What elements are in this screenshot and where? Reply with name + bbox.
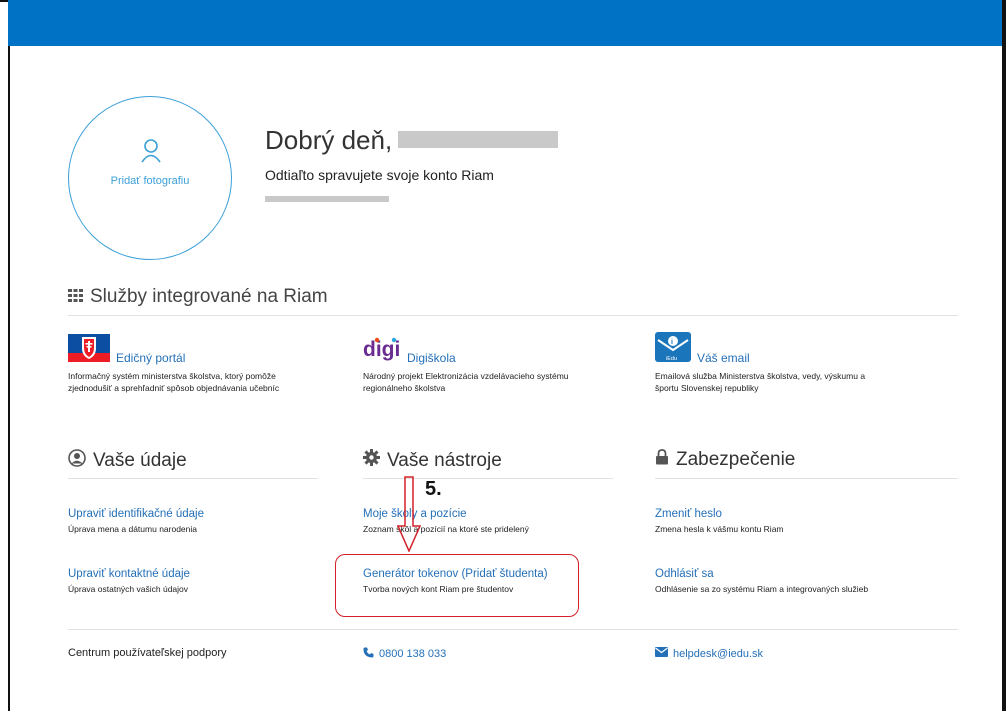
- email-link[interactable]: helpdesk@iedu.sk: [655, 647, 763, 660]
- logout-link[interactable]: Odhlásiť sa: [655, 568, 868, 580]
- your-data-heading: Vaše údaje: [68, 449, 187, 473]
- service-link-vas-email[interactable]: Váš email: [697, 351, 750, 365]
- your-tools-title: Vaše nástroje: [387, 449, 502, 471]
- services-heading: Služby integrované na Riam: [68, 286, 328, 308]
- edit-contact-desc: Úprava ostatných vašich údajov: [68, 584, 189, 594]
- edit-identification-desc: Úprava mena a dátumu narodenia: [68, 524, 197, 534]
- edit-contact-item[interactable]: Upraviť kontaktné údaje Úprava ostatných…: [68, 568, 190, 594]
- slovak-emblem-icon: [68, 334, 110, 367]
- svg-text:i: i: [671, 339, 673, 346]
- services-divider: [68, 315, 958, 316]
- service-link-digiskola[interactable]: Digiškola: [407, 351, 456, 365]
- frame-right-edge: [1002, 0, 1006, 711]
- user-circle-icon: [68, 449, 86, 473]
- logout-desc: Odhlásenie sa zo systému Riam a integrov…: [655, 584, 869, 594]
- redacted-name: [398, 130, 559, 148]
- footer-divider: [68, 629, 958, 630]
- phone-link[interactable]: 0800 138 033: [363, 647, 446, 661]
- page-title: Dobrý deň,: [265, 125, 559, 156]
- top-bar: [8, 0, 1006, 46]
- your-data-title: Vaše údaje: [93, 450, 187, 471]
- my-schools-link[interactable]: Moje školy a pozície: [363, 508, 529, 520]
- annotation-arrow-icon: [396, 476, 422, 557]
- grid-icon: [68, 286, 83, 308]
- service-desc-line: Národný projekt Elektronizácia vzdelávac…: [363, 371, 569, 381]
- redacted-email: [265, 196, 389, 202]
- digi-logo: digi: [363, 336, 401, 367]
- edit-contact-link[interactable]: Upraviť kontaktné údaje: [68, 568, 190, 580]
- change-password-item[interactable]: Zmeniť heslo Zmena hesla k vášmu kontu R…: [655, 508, 784, 534]
- my-schools-item[interactable]: Moje školy a pozície Zoznam škôl a pozíc…: [363, 508, 529, 534]
- phone-icon: [363, 647, 374, 661]
- your-data-divider: [68, 478, 318, 479]
- service-desc-line: Informačný systém ministerstva školstva,…: [68, 371, 276, 381]
- service-desc-line: zjednodušiť a sprehľadniť spôsob objedná…: [68, 383, 280, 393]
- envelope-icon: [655, 647, 668, 660]
- email-logo-text: iEdu: [666, 356, 677, 362]
- person-icon: [141, 139, 161, 168]
- email-logo-icon: i iEdu: [655, 332, 691, 367]
- edit-identification-link[interactable]: Upraviť identifikačné údaje: [68, 508, 204, 520]
- edit-identification-item[interactable]: Upraviť identifikačné údaje Úprava mena …: [68, 508, 204, 534]
- annotation-highlight-box: [335, 554, 579, 617]
- service-vas-email[interactable]: i iEdu Váš email Emailová služba Ministe…: [655, 332, 905, 394]
- my-schools-desc: Zoznam škôl a pozícií na ktoré ste pride…: [363, 524, 529, 534]
- service-desc-line: regionálneho školstva: [363, 383, 446, 393]
- greeting-text: Dobrý deň,: [265, 125, 393, 155]
- service-desc-line: Emailová služba Ministerstva školstva, v…: [655, 371, 866, 381]
- page-subtitle: Odtiaľto spravujete svoje konto Riam: [265, 167, 494, 183]
- phone-number: 0800 138 033: [379, 648, 447, 660]
- your-tools-heading: Vaše nástroje: [363, 449, 502, 472]
- service-desc-line: športu Slovenskej republiky: [655, 383, 759, 393]
- frame-left-edge: [8, 46, 10, 711]
- logout-item[interactable]: Odhlásiť sa Odhlásenie sa zo systému Ria…: [655, 568, 868, 594]
- service-edicny-portal[interactable]: Edičný portál Informačný systém minister…: [68, 334, 318, 394]
- security-divider: [655, 478, 958, 479]
- change-password-desc: Zmena hesla k vášmu kontu Riam: [655, 524, 784, 534]
- service-link-edicny-portal[interactable]: Edičný portál: [116, 351, 185, 365]
- change-password-link[interactable]: Zmeniť heslo: [655, 508, 784, 520]
- annotation-step-label: 5.: [425, 478, 442, 500]
- gear-icon: [363, 449, 380, 472]
- security-heading: Zabezpečenie: [655, 449, 795, 471]
- add-photo-button[interactable]: Pridať fotografiu: [68, 96, 232, 260]
- lock-icon: [655, 449, 669, 471]
- add-photo-label: Pridať fotografiu: [110, 175, 190, 187]
- services-title: Služby integrované na Riam: [90, 286, 328, 307]
- email-address: helpdesk@iedu.sk: [673, 647, 764, 660]
- support-center-label: Centrum používateľskej podpory: [68, 647, 227, 659]
- service-digiskola[interactable]: digi Digiškola Národný projekt Elektroni…: [363, 337, 613, 394]
- security-title: Zabezpečenie: [676, 449, 796, 470]
